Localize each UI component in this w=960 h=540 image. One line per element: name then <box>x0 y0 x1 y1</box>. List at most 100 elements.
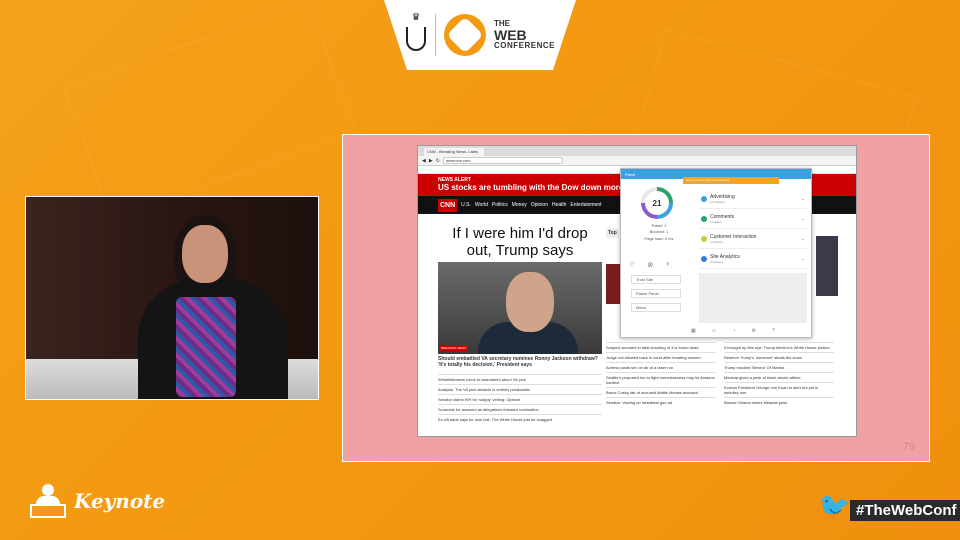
lightbulb-icon[interactable]: ♀ <box>665 261 670 269</box>
nav-item[interactable]: Entertainment <box>570 202 601 208</box>
list-item[interactable]: Seattle's proposed tax to fight homeless… <box>606 372 716 387</box>
left-story-list: Whistleblowers come to lawmakers about V… <box>438 374 602 424</box>
nav-item[interactable]: Money <box>512 202 527 208</box>
category-label: Site Analytics <box>710 253 740 260</box>
block-icon[interactable]: ⊘ <box>647 261 653 269</box>
wordmark-web: WEB <box>493 27 527 43</box>
panel-empty-area <box>699 273 807 323</box>
detail-icon[interactable]: ▭ <box>712 328 717 334</box>
panel-footer: ▦ ▭ ◔ ⚙ ? <box>691 328 775 334</box>
list-item[interactable]: Trump mocked 'Behind' Of Marina <box>724 362 834 372</box>
pause-button[interactable]: Pause Panel <box>631 289 681 298</box>
category-row[interactable]: Site Analytics 2 trackers ⌄ <box>699 249 807 269</box>
nav-item[interactable]: Opinion <box>531 202 548 208</box>
speaker-face <box>182 225 228 283</box>
back-icon[interactable]: ◀ <box>422 158 426 164</box>
category-dot-icon <box>701 215 707 222</box>
shield-icon[interactable]: ♡ <box>629 261 635 269</box>
list-item[interactable]: Bruce Cosby fair of accused Mattie Mcnew… <box>606 387 716 397</box>
reload-icon[interactable]: ↻ <box>436 158 440 164</box>
slide-number: 79 <box>902 441 915 453</box>
speaker-video <box>25 196 319 400</box>
conference-wordmark: THE WEB CONFERENCE <box>494 20 555 50</box>
lion-crest-icon: ♛ <box>411 12 421 23</box>
overview-icon[interactable]: ▦ <box>691 328 696 334</box>
category-label: Customer Interaction <box>710 233 757 240</box>
chevron-down-icon[interactable]: ⌄ <box>801 196 805 202</box>
forward-icon[interactable]: ▶ <box>429 158 433 164</box>
story-thumbnail[interactable] <box>816 236 838 296</box>
nav-item[interactable]: Politics <box>492 202 508 208</box>
rewards-icon[interactable]: ◔ <box>732 328 735 334</box>
category-count: 1 tracker <box>710 219 722 224</box>
banner-divider <box>434 14 436 56</box>
main-headline[interactable]: If I were him I'd drop out, Trump says <box>450 225 590 259</box>
conference-hashtag: #TheWebConf <box>850 500 960 521</box>
lion-logo-icon <box>443 14 486 56</box>
category-count: 2 trackers <box>710 239 724 244</box>
middle-story-list: Suspect accused in fatal shooting of 4 i… <box>606 342 716 407</box>
category-row[interactable]: Advertising 16 trackers ⌄ <box>699 189 807 209</box>
conference-banner: ♛ THE WEB CONFERENCE <box>384 0 576 70</box>
speaker-podium-icon <box>30 482 68 520</box>
list-item[interactable]: Judge not allowed back in court after be… <box>606 352 716 362</box>
category-row[interactable]: Comments 1 tracker ⌄ <box>699 209 807 229</box>
list-item[interactable]: Suspect accused in fatal shooting of 4 i… <box>606 342 716 352</box>
list-item[interactable]: Korean President George nnn Kuan to aler… <box>724 382 834 397</box>
list-item[interactable]: Barack Obama shoes Melania pose <box>724 397 834 407</box>
tracker-donut-chart: 21 <box>641 187 673 219</box>
panel-alert[interactable]: Some content has been blocked <box>683 177 779 184</box>
story-headline[interactable]: Should embattled VA secretary nominee Ro… <box>438 356 602 368</box>
breaking-tag: BREAKING NEWS <box>440 345 468 351</box>
column-title: Top <box>606 228 619 238</box>
tracker-extension-panel: Panel Some content has been blocked 21 P… <box>620 168 812 338</box>
hero-image[interactable]: BREAKING NEWS <box>438 262 602 354</box>
category-count: 2 trackers <box>710 259 724 264</box>
stat: Page load: 4 ms <box>644 235 674 241</box>
keynote-label: Keynote <box>74 489 166 513</box>
twitter-bird-icon: 🐦 <box>818 491 851 521</box>
university-logo: ♛ <box>405 12 427 58</box>
panel-title: Panel <box>625 171 636 177</box>
list-item[interactable]: It brought up this eye: Trump election's… <box>724 342 834 352</box>
background-shape <box>63 0 357 221</box>
settings-icon[interactable]: ⚙ <box>752 328 756 334</box>
chevron-down-icon[interactable]: ⌄ <box>801 236 805 242</box>
help-icon[interactable]: ? <box>772 328 775 334</box>
list-item[interactable]: Melania gives a pesk at black aborts att… <box>724 372 834 382</box>
panel-stats: Panel: 1 Blocked: 1 Page load: 4 ms <box>627 223 691 242</box>
right-story-list: It brought up this eye: Trump election's… <box>724 342 834 407</box>
list-item[interactable]: Actress posts sex on air at a taser run <box>606 362 716 372</box>
list-item[interactable]: Analysis: The VA pick debacle is entirel… <box>438 384 602 394</box>
nav-item[interactable]: World <box>475 202 488 208</box>
cnn-logo[interactable]: CNN <box>438 198 458 212</box>
browser-tab-bar: CNN - Breaking News, Lates <box>418 146 856 156</box>
list-item[interactable]: Whistleblowers come to lawmakers about V… <box>438 374 602 384</box>
presentation-slide: CNN - Breaking News, Lates ◀ ▶ ↻ www.cnn… <box>342 134 930 462</box>
list-item[interactable]: Senator slams WH for 'sloppy' vetting: O… <box>438 394 602 404</box>
wordmark-conference: CONFERENCE <box>493 41 555 50</box>
tracker-count: 21 <box>645 191 669 215</box>
list-item[interactable]: Ex-VA adds says for look lost: The White… <box>438 414 602 424</box>
nav-item[interactable]: Health <box>552 202 566 208</box>
keynote-badge: Keynote <box>30 482 165 520</box>
url-field[interactable]: www.cnn.com <box>442 157 563 164</box>
category-list: Advertising 16 trackers ⌄ Comments 1 tra… <box>699 189 807 269</box>
list-item[interactable]: Senator: Vowing on heartbeat gun ad <box>606 397 716 407</box>
list-item[interactable]: Reserve Trump's 'someone' steals the sho… <box>724 352 834 362</box>
list-item[interactable]: Scramble for answers as allegations thre… <box>438 404 602 414</box>
browser-tab[interactable]: CNN - Breaking News, Lates <box>424 148 484 156</box>
menu-button[interactable]: Menu <box>631 303 681 312</box>
category-dot-icon <box>701 195 707 202</box>
category-count: 16 trackers <box>710 199 725 204</box>
shield-icon <box>405 27 426 51</box>
chevron-down-icon[interactable]: ⌄ <box>801 256 805 262</box>
category-label: Advertising <box>710 193 735 200</box>
trust-site-button[interactable]: Trust Site <box>631 275 681 284</box>
chevron-down-icon[interactable]: ⌄ <box>801 216 805 222</box>
category-dot-icon <box>701 235 707 242</box>
category-row[interactable]: Customer Interaction 2 trackers ⌄ <box>699 229 807 249</box>
browser-address-bar: ◀ ▶ ↻ www.cnn.com <box>418 156 856 166</box>
nav-item[interactable]: U.S. <box>461 202 471 208</box>
category-dot-icon <box>701 255 707 262</box>
